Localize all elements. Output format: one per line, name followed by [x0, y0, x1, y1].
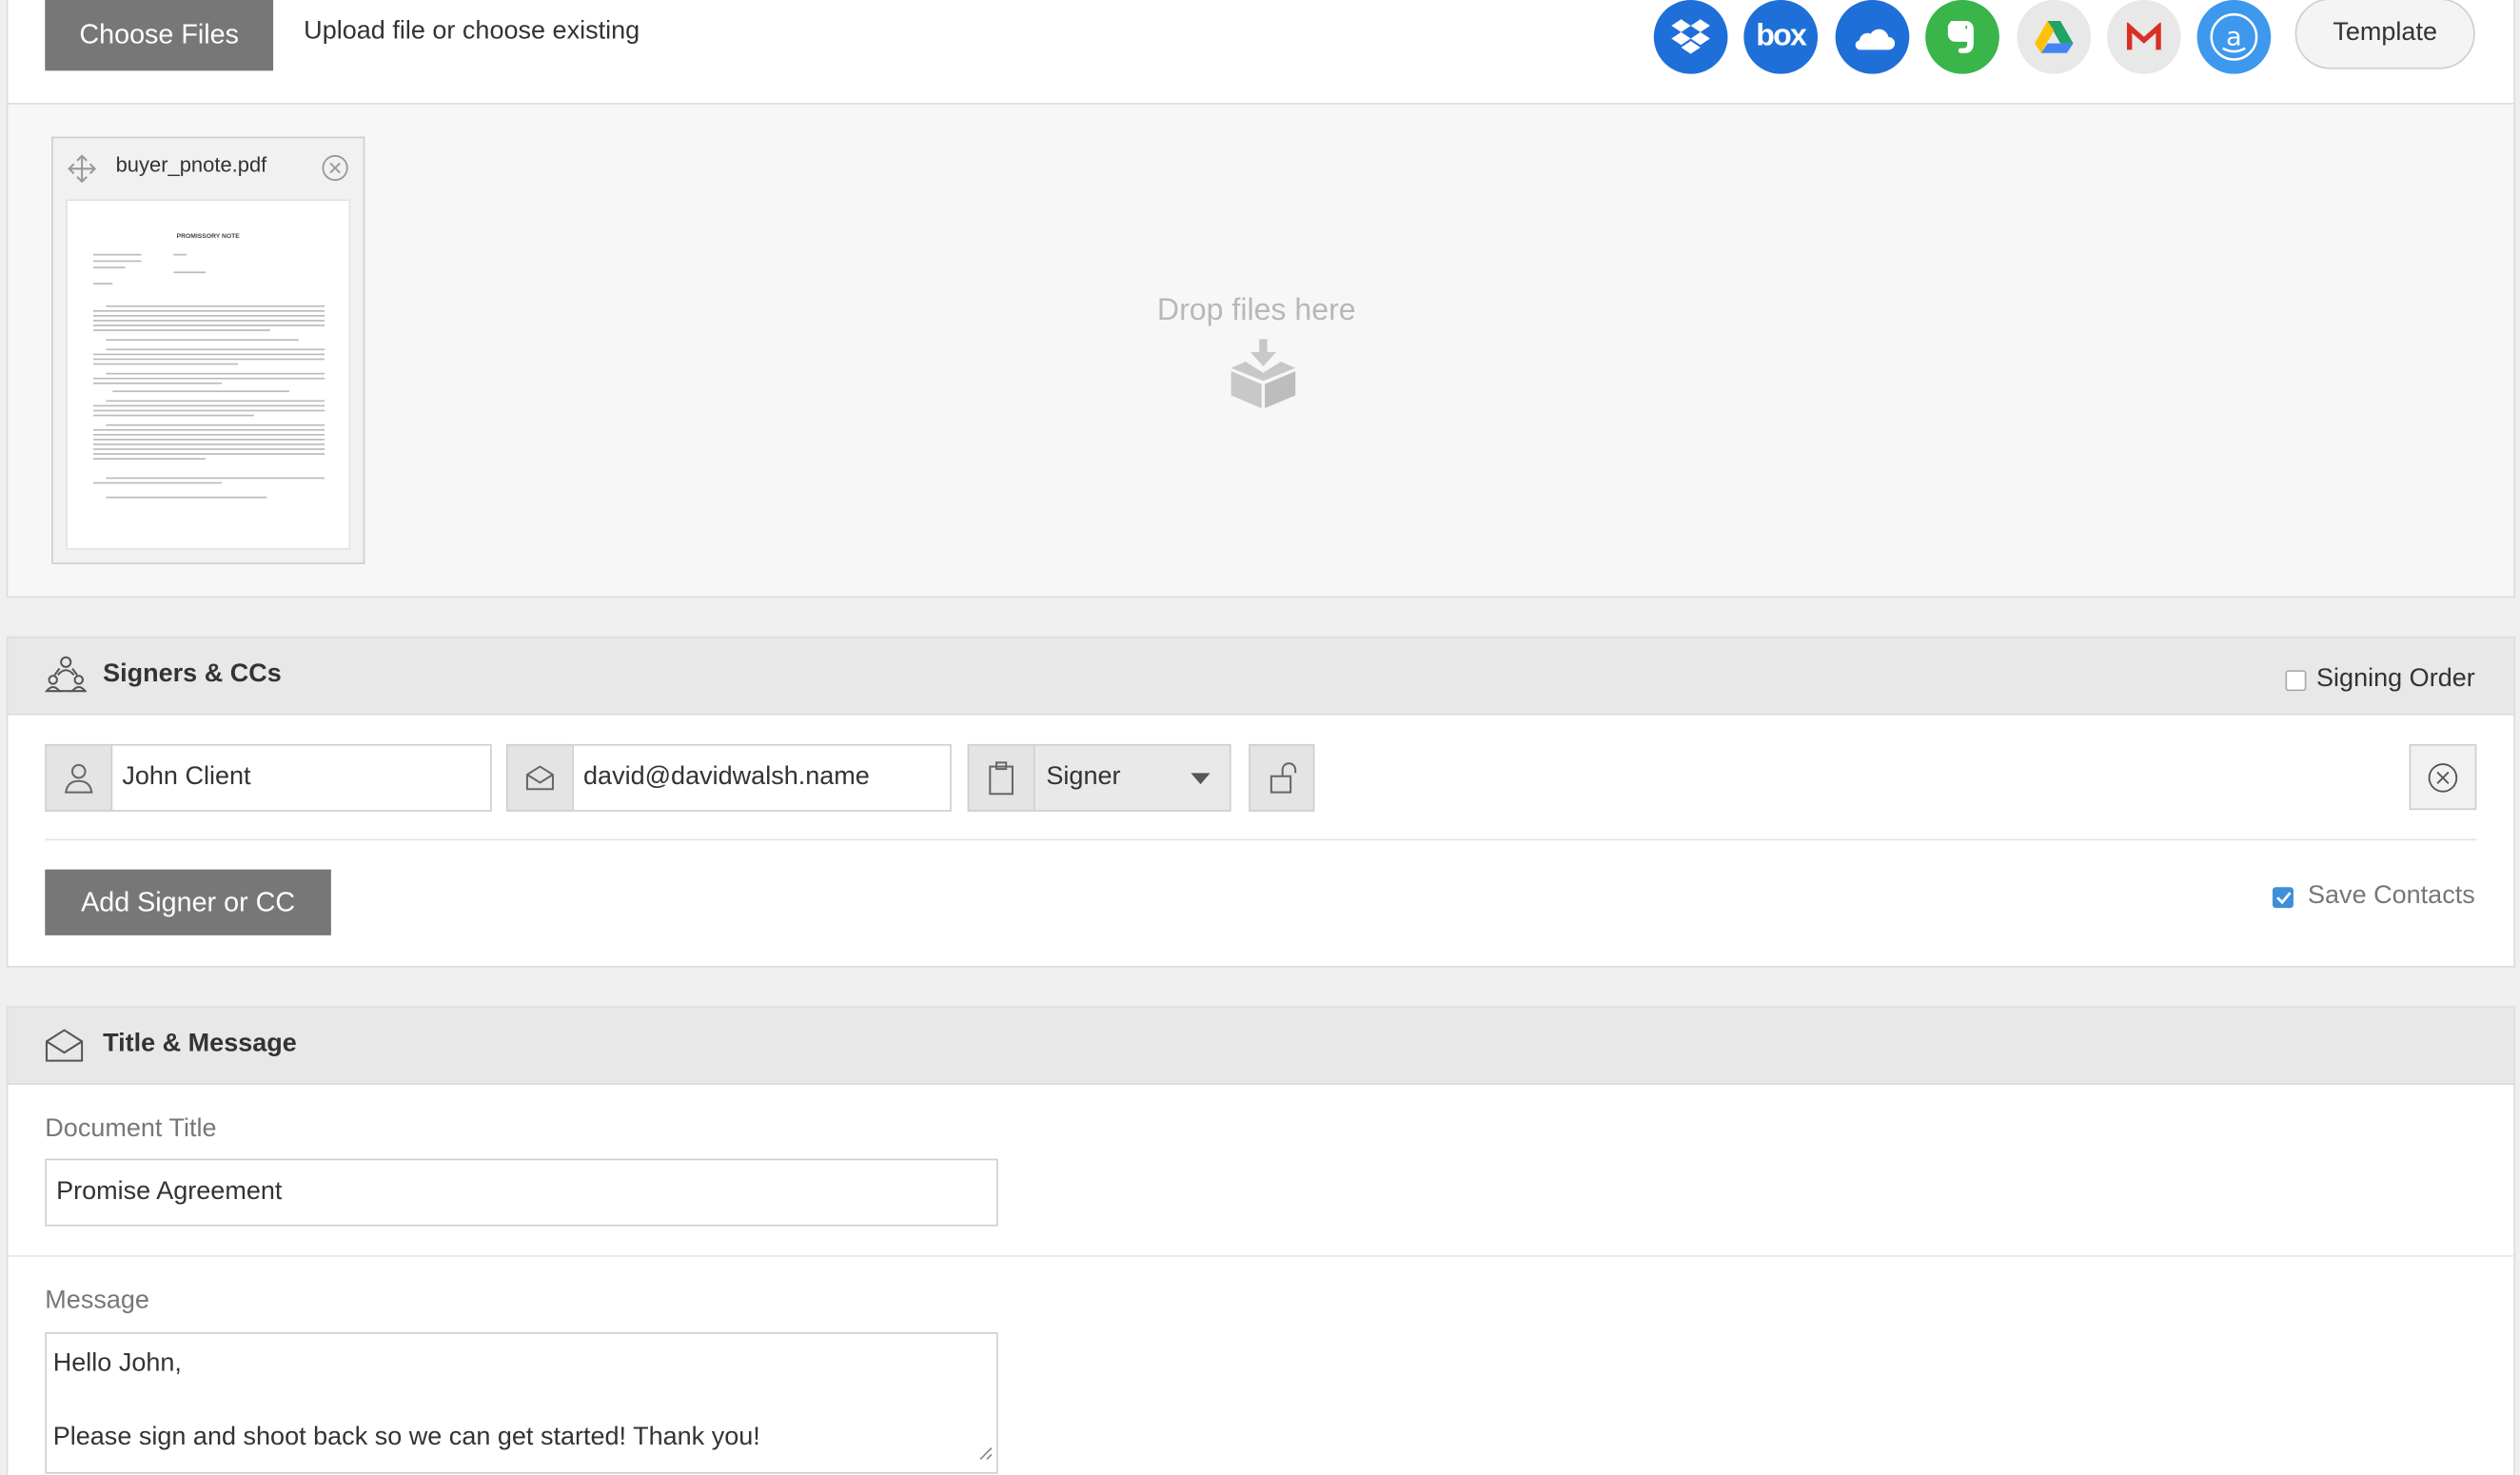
signer-role-value: Signer — [1046, 763, 1121, 791]
svg-text:a: a — [2226, 22, 2242, 51]
add-signer-button[interactable]: Add Signer or CC — [45, 869, 331, 935]
signer-name-input[interactable]: John Client — [110, 743, 492, 812]
document-title-label: Document Title — [45, 1115, 217, 1143]
remove-signer-icon[interactable] — [2409, 743, 2477, 811]
signer-role-group: Signer — [967, 743, 1231, 812]
signing-order-checkbox[interactable] — [2285, 670, 2307, 692]
signers-title: Signers & CCs — [103, 660, 282, 688]
gmail-icon[interactable] — [2107, 0, 2181, 74]
signer-name-group: John Client — [45, 743, 492, 812]
envelope-open-icon — [45, 1027, 84, 1071]
chevron-down-icon — [1191, 773, 1211, 785]
message-label: Message — [45, 1287, 149, 1315]
evernote-icon[interactable] — [1925, 0, 1999, 74]
signer-email-input[interactable]: david@davidwalsh.name — [572, 743, 952, 812]
file-thumbnail: PROMISSORY NOTE — [66, 199, 351, 550]
onedrive-icon[interactable] — [1835, 0, 1910, 74]
signers-panel: Signers & CCs Signing Order John Client … — [6, 636, 2515, 968]
signer-role-select[interactable]: Signer — [1033, 743, 1231, 812]
box-icon[interactable]: box — [1743, 0, 1819, 74]
message-line: Hello John, — [52, 1349, 182, 1378]
title-message-header: Title & Message — [8, 1007, 2514, 1085]
title-message-panel: Title & Message Document Title Promise A… — [6, 1006, 2515, 1475]
box-logo-text: box — [1756, 19, 1807, 53]
choose-files-button[interactable]: Choose Files — [45, 0, 274, 71]
file-name: buyer_pnote.pdf — [115, 152, 267, 177]
thumb-heading: PROMISSORY NOTE — [176, 231, 240, 240]
amazon-icon[interactable]: a — [2196, 0, 2272, 74]
signer-email-group: david@davidwalsh.name — [505, 743, 952, 812]
person-icon — [45, 743, 111, 812]
clipboard-icon — [967, 743, 1034, 812]
template-button[interactable]: Template — [2294, 0, 2475, 69]
message-line — [53, 1382, 991, 1419]
save-contacts-label: Save Contacts — [2308, 882, 2475, 910]
upload-panel: Choose Files Upload file or choose exist… — [6, 0, 2515, 599]
upload-hint: Upload file or choose existing — [304, 17, 640, 46]
resize-grip-icon[interactable] — [978, 1440, 993, 1468]
move-icon[interactable] — [68, 154, 97, 191]
signers-icon — [44, 654, 88, 703]
upload-toolbar: Choose Files Upload file or choose exist… — [8, 0, 2514, 105]
remove-file-icon[interactable] — [322, 154, 349, 189]
unlock-icon[interactable] — [1249, 743, 1315, 812]
package-icon — [1227, 336, 1301, 418]
signers-header: Signers & CCs Signing Order — [8, 638, 2514, 716]
signing-order-label: Signing Order — [2316, 665, 2475, 693]
drop-files-text: Drop files here — [1156, 294, 1356, 328]
drop-zone[interactable]: buyer_pnote.pdf PROMISSORY NOTE Drop fil… — [8, 104, 2514, 597]
envelope-icon — [505, 743, 573, 812]
file-card[interactable]: buyer_pnote.pdf PROMISSORY NOTE — [51, 136, 365, 564]
document-title-input[interactable]: Promise Agreement — [45, 1158, 998, 1227]
title-message-title: Title & Message — [103, 1030, 297, 1058]
message-textarea[interactable]: Hello John, Please sign and shoot back s… — [45, 1332, 998, 1474]
dropbox-icon[interactable] — [1653, 0, 1728, 74]
save-contacts-checkbox[interactable] — [2272, 887, 2294, 909]
divider — [8, 1254, 2514, 1257]
google-drive-icon[interactable] — [2017, 0, 2092, 74]
divider — [45, 838, 2477, 841]
message-line: Please sign and shoot back so we can get… — [52, 1424, 760, 1451]
